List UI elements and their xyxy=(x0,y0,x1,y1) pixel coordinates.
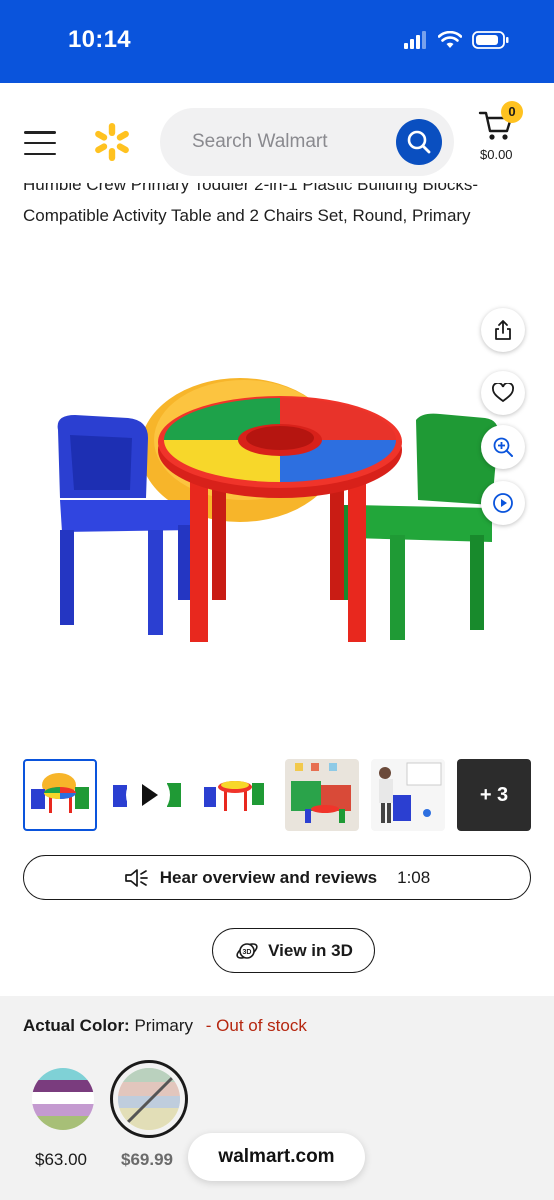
table-set-thumbnail xyxy=(204,781,264,811)
room-scene-thumbnail xyxy=(285,759,359,831)
share-button[interactable] xyxy=(481,308,525,352)
cart-button[interactable]: 0 $0.00 xyxy=(476,101,524,163)
favorite-button[interactable] xyxy=(481,371,525,415)
price-option-2: $69.99 xyxy=(121,1150,173,1169)
speaker-icon xyxy=(124,868,148,887)
cellular-signal-icon xyxy=(404,31,426,49)
product-title-line-partial: Humble Crew Primary Toddler 2-in-1 Plast… xyxy=(23,183,479,194)
color-label: Actual Color: xyxy=(23,1016,130,1035)
search-button[interactable] xyxy=(396,119,442,165)
hear-overview-button[interactable]: Hear overview and reviews 1:08 xyxy=(23,855,531,900)
swatch-pattern xyxy=(32,1068,94,1130)
heart-icon xyxy=(492,383,514,403)
search-placeholder: Search Walmart xyxy=(192,131,328,152)
product-title-line: Compatible Activity Table and 2 Chairs S… xyxy=(23,206,471,225)
cart-total: $0.00 xyxy=(480,147,513,162)
play-video-button[interactable] xyxy=(481,481,525,525)
thumbnail-strip: + 3 xyxy=(23,759,531,831)
product-title: Humble Crew Primary Toddler 2-in-1 Plast… xyxy=(23,183,533,247)
search-input[interactable]: Search Walmart xyxy=(160,108,454,176)
price-option-1: $63.00 xyxy=(35,1150,87,1169)
color-swatch-option-1[interactable] xyxy=(32,1068,94,1130)
swatch-pattern-unavailable xyxy=(118,1068,180,1130)
status-time: 10:14 xyxy=(68,26,131,53)
zoom-button[interactable] xyxy=(481,425,525,469)
hear-overview-duration: 1:08 xyxy=(397,867,431,887)
child-scene-thumbnail xyxy=(371,759,445,831)
play-circle-icon xyxy=(493,493,513,513)
thumbnail-4[interactable] xyxy=(285,759,359,831)
app-header: Search Walmart 0 $0.00 xyxy=(0,83,554,193)
play-icon xyxy=(126,773,170,817)
thumbnail-3[interactable] xyxy=(198,759,272,831)
stock-status: - Out of stock xyxy=(205,1016,307,1035)
color-swatch-option-2[interactable] xyxy=(118,1068,180,1130)
search-icon xyxy=(407,130,431,154)
svg-text:3D: 3D xyxy=(243,949,252,956)
domain-pill[interactable]: walmart.com xyxy=(188,1133,365,1181)
hamburger-menu-icon[interactable] xyxy=(24,131,56,155)
view-in-3d-button[interactable]: 3D View in 3D xyxy=(212,928,375,973)
thumbnail-5[interactable] xyxy=(371,759,445,831)
walmart-spark-logo[interactable] xyxy=(92,122,132,162)
wifi-icon xyxy=(438,31,462,48)
color-value: Primary xyxy=(134,1016,194,1035)
color-selection-line: Actual Color: Primary - Out of stock xyxy=(23,1016,307,1036)
view-in-3d-label: View in 3D xyxy=(268,940,353,960)
3d-view-icon: 3D xyxy=(236,942,258,959)
share-icon xyxy=(495,320,511,340)
red-table-illustration xyxy=(158,396,402,642)
more-images-count: + 3 xyxy=(479,783,509,806)
table-set-thumbnail xyxy=(31,773,89,813)
thumbnail-more[interactable]: + 3 xyxy=(457,759,531,831)
status-bar: 10:14 xyxy=(0,0,554,83)
thumbnail-1[interactable] xyxy=(23,759,97,831)
zoom-in-icon xyxy=(493,437,513,457)
status-icons xyxy=(404,30,510,50)
product-hero-image[interactable] xyxy=(30,330,500,660)
battery-icon xyxy=(472,31,509,49)
hear-overview-label: Hear overview and reviews xyxy=(159,867,378,887)
thumbnail-2-video[interactable] xyxy=(111,759,185,831)
cart-count-badge: 0 xyxy=(501,101,523,123)
